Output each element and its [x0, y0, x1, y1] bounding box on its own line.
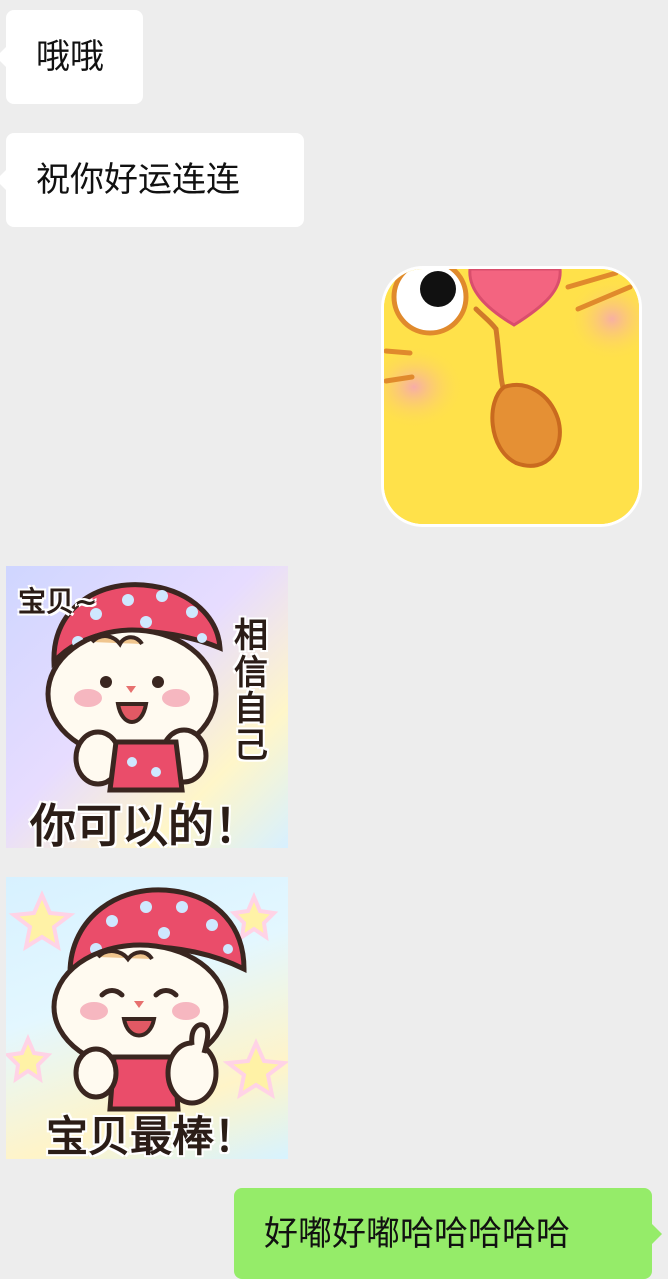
- sticker-caption-main: 你可以的！: [30, 799, 260, 848]
- cat-face-icon: [384, 269, 639, 524]
- message-bubble-outgoing[interactable]: 好嘟好嘟哈哈哈哈哈: [234, 1188, 662, 1279]
- message-text: 哦哦: [36, 37, 104, 77]
- sticker-baby-thumbs-up[interactable]: 宝贝最棒！: [6, 877, 288, 1159]
- message-bubble-incoming[interactable]: 祝你好运连连: [0, 133, 304, 227]
- message-text: 好嘟好嘟哈哈哈哈哈: [264, 1213, 570, 1254]
- sticker-caption-main: 宝贝最棒！: [46, 1112, 257, 1159]
- sticker-caption-side: 相信自己: [234, 616, 268, 767]
- message-text: 祝你好运连连: [36, 160, 240, 200]
- sticker-baby-you-can-do-it[interactable]: 宝贝~ 相信自己 你可以的！: [6, 566, 288, 848]
- message-bubble-incoming[interactable]: 哦哦: [0, 10, 143, 104]
- chat-message-list[interactable]: 哦哦 祝你好运连连 宝贝~ 相信自己 你可以的！ 宝贝最棒！ 好嘟好嘟哈哈哈哈哈: [0, 0, 668, 1279]
- sticker-yellow-cat-face[interactable]: [381, 266, 642, 527]
- sticker-caption-top: 宝贝~: [18, 585, 98, 618]
